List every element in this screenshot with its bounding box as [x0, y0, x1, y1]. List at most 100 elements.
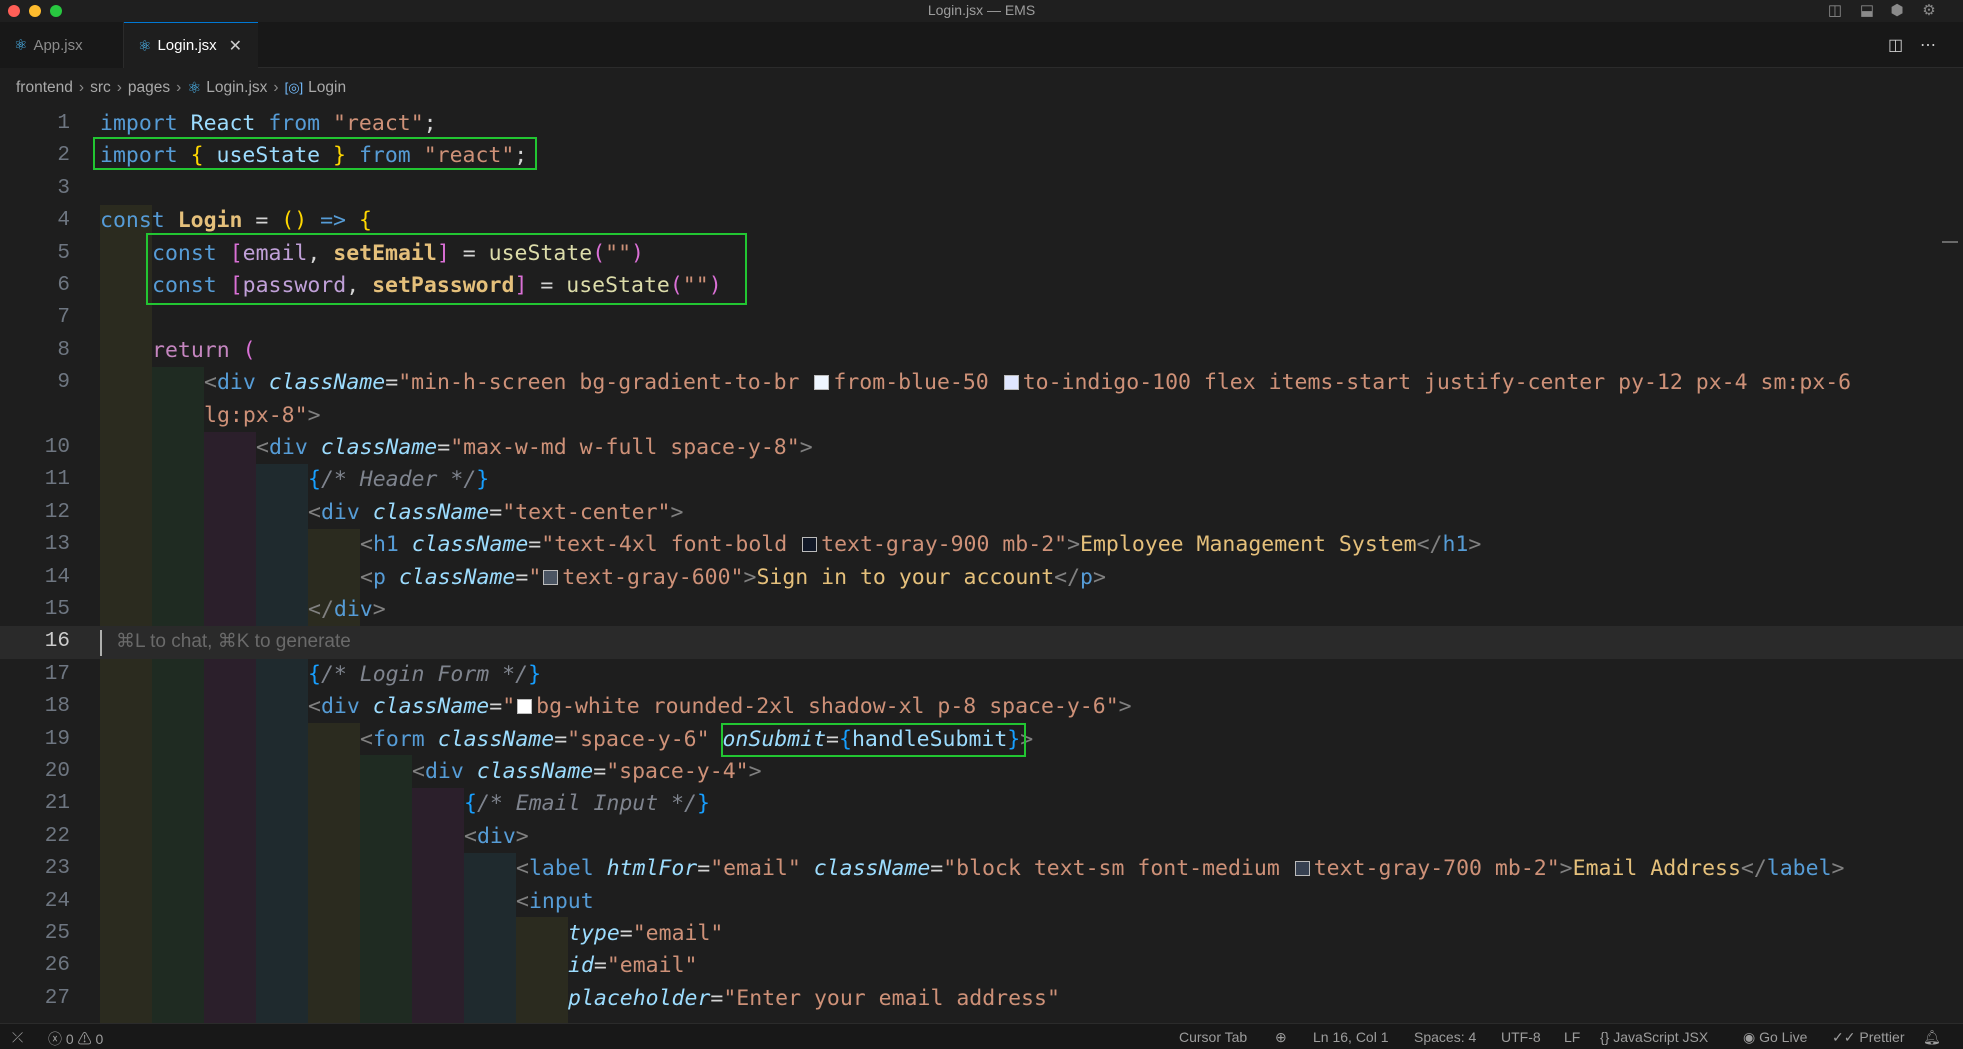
color-swatch[interactable]: [543, 569, 559, 585]
close-tab-icon[interactable]: ✕: [229, 36, 242, 56]
bell-icon[interactable]: 🔔︎: [1923, 1029, 1941, 1046]
tab-login-jsx[interactable]: ⚛ Login.jsx ✕: [124, 22, 258, 68]
language-mode[interactable]: {} JavaScript JSX: [1600, 1029, 1708, 1045]
code-editor[interactable]: 1 import React from "react"; 2 import { …: [0, 108, 1963, 1023]
color-swatch[interactable]: [814, 375, 830, 391]
braces-icon: {}: [1600, 1029, 1610, 1045]
split-editor-icon[interactable]: ◫: [1888, 35, 1903, 55]
code-line: 17 {/* Login Form */}: [0, 659, 1963, 691]
code-text: <p className=" text-gray-600">Sign in to …: [360, 564, 1106, 590]
line-number: 14: [44, 565, 70, 589]
code-text: </div>: [308, 597, 386, 622]
prettier-status[interactable]: ✓✓ Prettier: [1832, 1029, 1904, 1046]
code-text: const [password, setPassword] = useState…: [152, 273, 722, 298]
line-number: 3: [57, 176, 70, 200]
code-line: 3: [0, 173, 1963, 205]
color-swatch[interactable]: [802, 537, 818, 553]
chevron-right-icon: ›: [116, 79, 122, 96]
chevron-right-icon: ›: [273, 79, 279, 96]
code-text: <input: [516, 888, 594, 914]
zoom-icon[interactable]: ⊕: [1275, 1029, 1287, 1046]
line-number: 7: [57, 306, 70, 330]
breadcrumb-item[interactable]: Login.jsx: [206, 79, 267, 97]
warning-icon: ⚠: [77, 1031, 92, 1047]
cube-icon[interactable]: ⬢: [1888, 2, 1906, 20]
tab-label: App.jsx: [33, 36, 83, 54]
line-number: 1: [57, 112, 70, 135]
code-line: 5 const [email, setEmail] = useState(""): [0, 238, 1963, 270]
code-text: <div className="space-y-4">: [412, 759, 762, 784]
code-text: id="email": [568, 953, 698, 979]
line-number: 2: [57, 144, 70, 168]
color-swatch[interactable]: [1003, 375, 1019, 391]
window-title: Login.jsx — EMS: [927, 2, 1036, 18]
editor-tab-bar: ⚛ App.jsx ⚛ Login.jsx ✕ ◫ ⋯: [0, 22, 1963, 68]
code-text: import React from "react";: [100, 111, 437, 136]
code-text: {/* Email Input */}: [464, 791, 710, 817]
line-number: 23: [44, 857, 70, 881]
chevron-right-icon: ›: [176, 79, 182, 96]
toggle-panel-icon[interactable]: ⬓: [1858, 2, 1876, 20]
prettier-label: Prettier: [1859, 1029, 1905, 1045]
react-icon: ⚛: [187, 79, 202, 97]
line-number: 21: [44, 792, 70, 816]
code-line: 24 <input: [0, 886, 1963, 918]
code-text: return (: [152, 337, 256, 363]
code-line: 4 const Login = () => {: [0, 205, 1963, 237]
current-line[interactable]: 16 ⌘L to chat, ⌘K to generate: [0, 626, 1963, 659]
line-number: 5: [57, 241, 70, 265]
go-live-label: Go Live: [1759, 1029, 1808, 1045]
cursor-position[interactable]: Ln 16, Col 1: [1313, 1029, 1389, 1045]
code-line: 6 const [password, setPassword] = useSta…: [0, 270, 1963, 302]
breadcrumb-item[interactable]: frontend: [16, 79, 73, 97]
chevron-right-icon: ›: [78, 79, 85, 96]
tab-label: Login.jsx: [157, 37, 217, 54]
line-number: 17: [44, 662, 70, 686]
code-line: 13 <h1 className="text-4xl font-bold tex…: [0, 529, 1963, 561]
gear-icon[interactable]: ⚙: [1920, 2, 1938, 20]
color-swatch[interactable]: [1294, 861, 1310, 877]
code-text: <div className=" bg-white rounded-2xl sha…: [308, 694, 1132, 720]
code-line: 15 </div>: [0, 594, 1963, 626]
color-swatch[interactable]: [517, 699, 533, 715]
code-text: const Login = () => {: [100, 208, 372, 234]
code-line: 14 <p className=" text-gray-600">Sign in …: [0, 562, 1963, 594]
code-text: lg:px-8">: [204, 402, 321, 428]
line-number: 24: [44, 889, 70, 913]
code-line: 18 <div className=" bg-white rounded-2xl …: [0, 691, 1963, 723]
breadcrumb-item[interactable]: pages: [128, 79, 170, 97]
code-line: 9 <div className="min-h-screen bg-gradie…: [0, 367, 1963, 399]
language-label: JavaScript JSX: [1613, 1029, 1709, 1045]
go-live-button[interactable]: ◉ Go Live: [1743, 1029, 1807, 1046]
code-text: {/* Login Form */}: [308, 661, 542, 687]
line-number: 9: [57, 371, 70, 395]
code-text: <h1 className="text-4xl font-bold text-g…: [360, 532, 1482, 558]
code-text: placeholder="Enter your email address": [568, 985, 1060, 1011]
line-number: 8: [57, 338, 70, 362]
code-text: <div className="min-h-screen bg-gradient…: [204, 370, 1852, 396]
encoding-setting[interactable]: UTF-8: [1501, 1029, 1541, 1045]
code-text: type="email": [568, 921, 724, 946]
breadcrumb-item[interactable]: Login: [308, 79, 346, 97]
code-line: 2 import { useState } from "react";: [0, 140, 1963, 172]
cursor-tab-status[interactable]: Cursor Tab: [1179, 1029, 1247, 1045]
toggle-sidebar-icon[interactable]: ◫: [1826, 2, 1844, 20]
breadcrumb: frontend › src › pages › ⚛ Login.jsx › […: [0, 68, 1963, 108]
remote-icon[interactable]: ⤫: [12, 1029, 23, 1046]
problems-indicator[interactable]: ⓧ 0 ⚠ 0: [48, 1029, 103, 1049]
breadcrumb-item[interactable]: src: [90, 79, 111, 97]
line-number: 6: [57, 274, 70, 297]
line-number: 27: [44, 986, 70, 1010]
scrollbar-marker[interactable]: [1942, 241, 1958, 243]
code-line: 21 {/* Email Input */}: [0, 788, 1963, 820]
code-text: <label htmlFor="email" className="block …: [516, 856, 1845, 882]
indentation-setting[interactable]: Spaces: 4: [1414, 1029, 1476, 1045]
more-actions-icon[interactable]: ⋯: [1920, 35, 1936, 55]
line-number: 13: [44, 533, 70, 557]
broadcast-icon: ◉: [1743, 1029, 1756, 1045]
error-icon: ⓧ: [48, 1031, 62, 1047]
tab-app-jsx[interactable]: ⚛ App.jsx: [0, 22, 124, 68]
code-line: 26 id="email": [0, 950, 1963, 982]
line-number: 19: [44, 727, 70, 751]
eol-setting[interactable]: LF: [1564, 1029, 1580, 1045]
